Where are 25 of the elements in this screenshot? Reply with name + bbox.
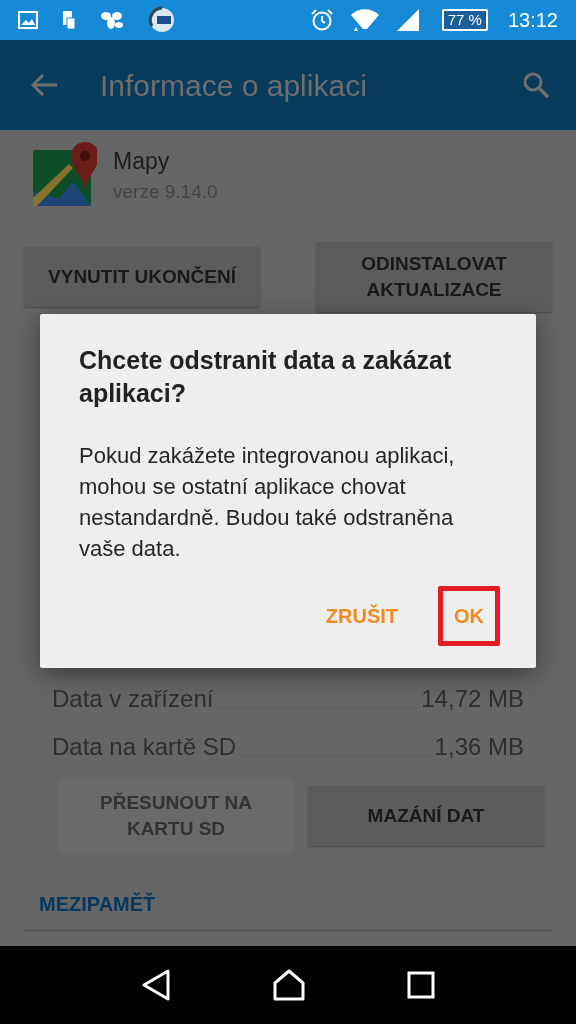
section-header: MEZIPAMĚŤ <box>39 891 157 917</box>
dialog-button[interactable]: ZRUŠIT <box>309 586 414 646</box>
dialog-message: Pokud zakážete integrovanou aplikaci, mohou se ostatní aplikace chovat nestandardně. Budou také odstraněna vaše data. <box>79 442 456 563</box>
signal-icon <box>395 8 420 32</box>
wifi-icon <box>349 8 380 32</box>
home-nav-icon[interactable] <box>273 969 305 1001</box>
storage-label: Data v zařízení <box>52 684 214 714</box>
action-button[interactable]: VYNUTIT UKONČENÍ <box>24 247 260 307</box>
clock: 13:12 <box>507 8 558 33</box>
dialog-title: Chcete odstranit data a zakázat aplikaci? <box>79 345 453 409</box>
action-button[interactable]: ODINSTALOVAT AKTUALIZACE <box>316 242 552 312</box>
dialog-button[interactable]: OK <box>438 586 500 646</box>
action-button[interactable]: MAZÁNÍ DAT <box>308 786 544 846</box>
back-nav-icon[interactable] <box>141 969 171 1001</box>
image-icon <box>18 11 38 29</box>
storage-value: 14,72 MB <box>421 684 524 714</box>
maps-app-icon <box>33 142 97 208</box>
storage-label: Data na kartě SD <box>52 732 237 762</box>
phone-icon <box>62 10 76 30</box>
screen-title: Informace o aplikaci <box>100 67 367 104</box>
recents-nav-icon[interactable] <box>407 971 435 999</box>
battery-level: 77 % <box>447 9 482 30</box>
storage-value: 1,36 MB <box>434 732 524 762</box>
app-name: Mapy <box>113 146 171 176</box>
alarm-icon <box>309 8 334 32</box>
